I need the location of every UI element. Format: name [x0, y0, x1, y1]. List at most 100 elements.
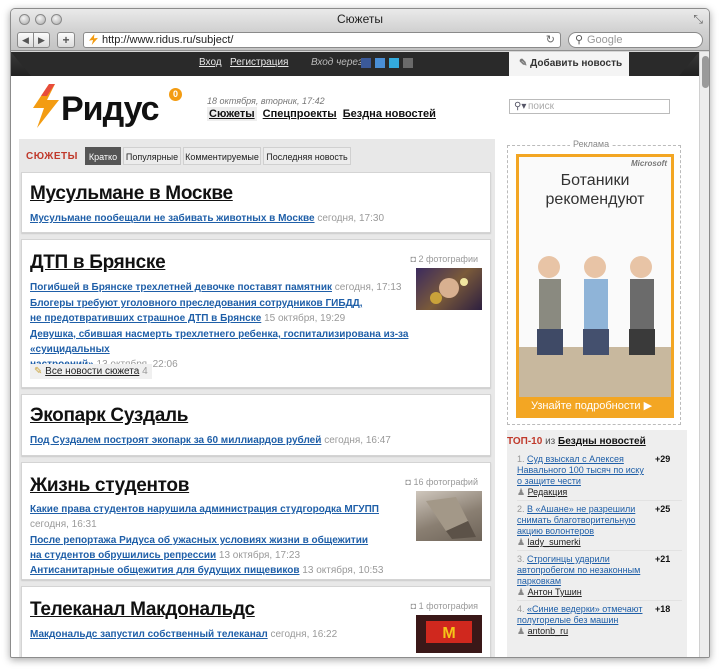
- news-link[interactable]: Блогеры требуют уголовного преследования…: [30, 298, 363, 309]
- forward-button[interactable]: ▶: [33, 32, 50, 48]
- divider: [517, 500, 682, 501]
- browser-search-field[interactable]: ⚲ Google: [568, 32, 703, 48]
- twitter-icon[interactable]: [389, 58, 399, 68]
- ad-banner[interactable]: Microsoft Ботаники рекомендуют Узнайте по…: [516, 154, 674, 418]
- top10-item-number: 3.: [517, 554, 525, 564]
- search-icon: ⚲▾: [514, 101, 527, 112]
- ad-headline: Ботаники рекомендуют: [519, 171, 671, 209]
- story-title[interactable]: Жизнь студентов: [30, 475, 189, 497]
- story-news-item: Антисанитарные общежития для будущих пищ…: [30, 563, 383, 578]
- tab-latest-news[interactable]: Последняя новость: [263, 147, 351, 165]
- thumbnail-image: [426, 497, 476, 539]
- header-date: 18 октября, вторник, 17:42: [207, 96, 325, 106]
- news-link-cont[interactable]: на студентов обрушились репрессии: [30, 550, 216, 561]
- story-title[interactable]: Мусульмане в Москве: [30, 183, 233, 205]
- add-news-label: Добавить новость: [530, 58, 623, 69]
- top10-item: 4. «Синие ведерки» отмечают полугорелые б…: [517, 604, 677, 637]
- zoom-window-button[interactable]: [51, 14, 62, 25]
- user-icon: ♟: [517, 537, 528, 547]
- facebook-icon[interactable]: [361, 58, 371, 68]
- ad-cta-button[interactable]: Узнайте подробности ▶: [519, 397, 671, 415]
- top10-item-link[interactable]: Суд взыскал с Алексея: [527, 454, 624, 464]
- top10-item-link-cont[interactable]: акцию волонтеров: [517, 526, 594, 536]
- top10-item: 1. Суд взыскал с Алексея Навального 100 т…: [517, 454, 677, 498]
- more-services-icon[interactable]: [403, 58, 413, 68]
- main-nav: Сюжеты Спецпроекты Бездна новостей: [207, 107, 436, 121]
- top10-item-number: 4.: [517, 604, 525, 614]
- top10-item-link-cont[interactable]: Навального 100 тысяч по иску: [517, 465, 644, 475]
- story-thumbnail[interactable]: [416, 491, 482, 541]
- news-link[interactable]: Девушка, сбившая насмерть трехлетнего ре…: [30, 329, 408, 355]
- all-news-label: Все новости сюжета: [45, 366, 140, 377]
- news-link-cont[interactable]: не предотвративших страшное ДТП в Брянск…: [30, 313, 261, 324]
- site-search-placeholder: поиск: [528, 101, 554, 112]
- story-title[interactable]: ДТП в Брянске: [30, 252, 166, 274]
- logo-text: Ридус: [61, 90, 160, 128]
- news-link[interactable]: Какие права студентов нарушила администр…: [30, 504, 379, 515]
- add-bookmark-button[interactable]: +: [57, 32, 75, 48]
- fullscreen-icon[interactable]: ⤡: [693, 12, 703, 26]
- top10-item-link[interactable]: Строгинцы ударили: [527, 554, 610, 564]
- top10-item-link-cont[interactable]: автопробегом по незаконным: [517, 565, 640, 575]
- top10-item-link[interactable]: В «Ашане» не разрешили: [527, 504, 635, 514]
- top10-item-link-cont[interactable]: снимать благотворительную: [517, 515, 635, 525]
- nav-special-projects[interactable]: Спецпроекты: [263, 108, 337, 120]
- news-link[interactable]: После репортажа Ридуса об ужасных услови…: [30, 535, 368, 546]
- site-top-bar: Вход Регистрация Вход через: ✎ Добавить …: [11, 52, 699, 76]
- story-news-item: Погибшей в Брянске трехлетней девочке по…: [30, 280, 401, 295]
- top10-item-author[interactable]: Антон Тушин: [528, 587, 582, 597]
- tab-commented[interactable]: Комментируемые: [183, 147, 261, 165]
- story-news-item: Какие права студентов нарушила администр…: [30, 502, 379, 532]
- reload-icon[interactable]: ↻: [546, 33, 555, 47]
- vertical-scrollbar[interactable]: [699, 52, 709, 657]
- story-thumbnail[interactable]: M: [416, 615, 482, 653]
- tab-popular[interactable]: Популярные: [123, 147, 181, 165]
- top10-item-link-cont[interactable]: парковкам: [517, 576, 561, 586]
- add-news-icon: ✎: [519, 58, 531, 69]
- news-link[interactable]: Под Суздалем построят экопарк за 60 милл…: [30, 435, 321, 446]
- section-label: СЮЖЕТЫ: [26, 151, 78, 162]
- top10-item-author[interactable]: Редакция: [528, 487, 568, 497]
- news-link[interactable]: Мусульмане пообещали не забивать животны…: [30, 213, 315, 224]
- top10-item-score: +21: [655, 554, 671, 564]
- address-bar[interactable]: http://www.ridus.ru/subject/ ↻: [83, 32, 561, 48]
- close-window-button[interactable]: [19, 14, 30, 25]
- livejournal-icon[interactable]: [375, 58, 385, 68]
- story-thumbnail[interactable]: [416, 268, 482, 310]
- top10-item-score: +25: [655, 504, 671, 514]
- tab-brief[interactable]: Кратко: [85, 147, 121, 165]
- nav-news-abyss[interactable]: Бездна новостей: [343, 108, 436, 120]
- url-text: http://www.ridus.ru/subject/: [102, 34, 234, 46]
- top10-title: ТОП-10 из Бездны новостей: [507, 436, 646, 447]
- all-story-news-button[interactable]: ✎ Все новости сюжета 4: [30, 364, 152, 379]
- story-news-item: Мусульмане пообещали не забивать животны…: [30, 211, 384, 226]
- browser-search-placeholder: Google: [587, 34, 623, 46]
- news-link[interactable]: Макдональдс запустил собственный телекан…: [30, 629, 268, 640]
- top10-item-author[interactable]: lady_sumerki: [528, 537, 581, 547]
- news-link[interactable]: Антисанитарные общежития для будущих пищ…: [30, 565, 300, 576]
- story-title[interactable]: Экопарк Суздаль: [30, 405, 188, 427]
- back-button[interactable]: ◀: [17, 32, 34, 48]
- register-link[interactable]: Регистрация: [230, 57, 288, 68]
- minimize-window-button[interactable]: [35, 14, 46, 25]
- site-search-input[interactable]: ⚲▾ поиск: [509, 99, 670, 114]
- user-icon: ♟: [517, 626, 528, 636]
- ad-headline-line2: рекомендуют: [545, 191, 645, 208]
- ad-headline-line1: Ботаники: [560, 172, 630, 189]
- scrollbar-thumb[interactable]: [702, 56, 709, 88]
- camera-icon: ◘: [410, 601, 419, 611]
- story-title[interactable]: Телеканал Макдональдс: [30, 599, 255, 621]
- top10-item-link-cont[interactable]: полугорелые без машин: [517, 615, 618, 625]
- site-favicon-icon: [89, 34, 98, 45]
- top10-item-link[interactable]: «Синие ведерки» отмечают: [527, 604, 642, 614]
- top10-item-link-cont[interactable]: о защите чести: [517, 476, 581, 486]
- news-time: сегодня, 17:30: [317, 213, 385, 224]
- top10-item-author[interactable]: antonb_ru: [528, 626, 569, 636]
- nav-stories[interactable]: Сюжеты: [207, 107, 257, 121]
- top10-item-number: 1.: [517, 454, 525, 464]
- login-link[interactable]: Вход: [199, 57, 222, 68]
- arrow-right-icon: ▶: [643, 400, 653, 412]
- news-link[interactable]: Погибшей в Брянске трехлетней девочке по…: [30, 282, 332, 293]
- add-news-button[interactable]: ✎ Добавить новость: [509, 52, 629, 76]
- top10-link[interactable]: Бездны новостей: [558, 436, 646, 447]
